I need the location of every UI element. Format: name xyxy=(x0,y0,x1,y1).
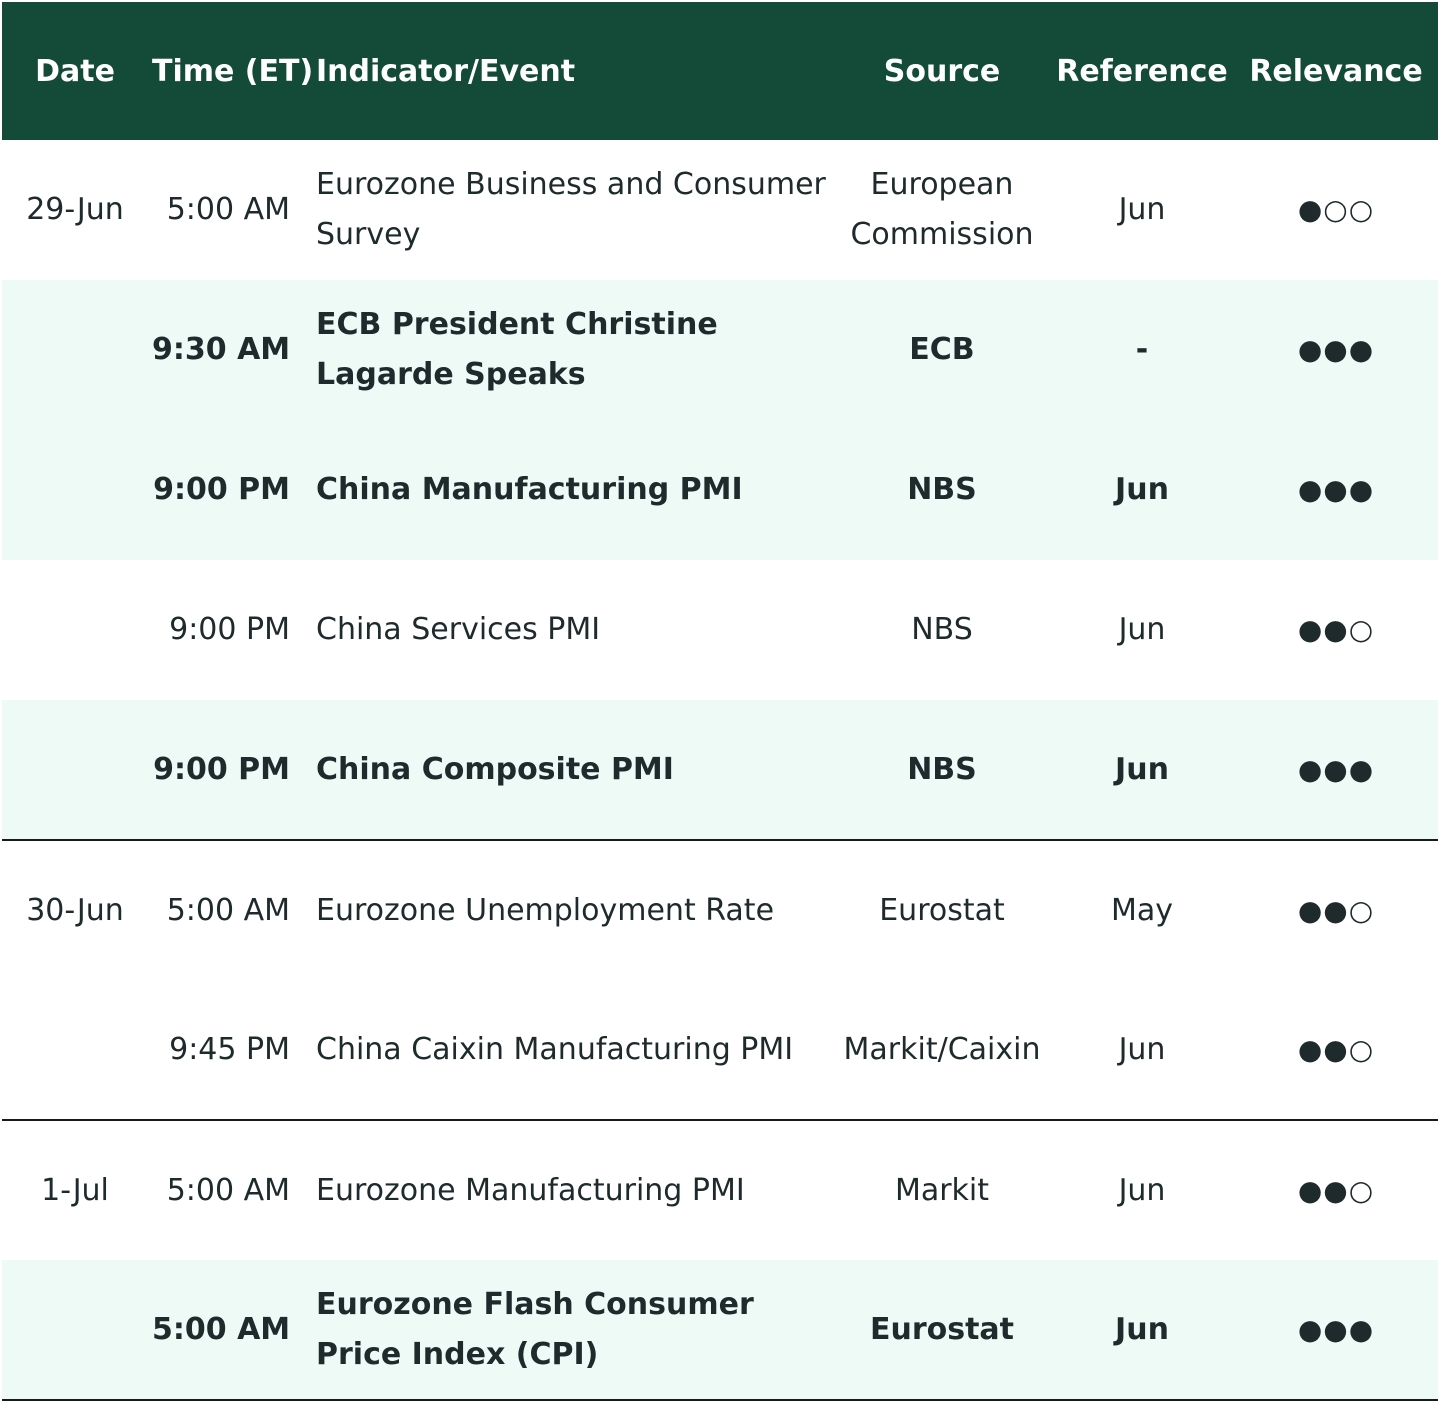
header-relevance: Relevance xyxy=(1249,53,1423,89)
relevance-rating: ●●○ xyxy=(1297,613,1375,646)
cell-reference: Jun xyxy=(1115,472,1169,507)
cell-reference: May xyxy=(1110,892,1174,928)
cell-time: 5:00 AM xyxy=(166,1172,290,1208)
cell-date xyxy=(2,280,148,420)
table-row: 9:45 PM China Caixin Manufacturing PMI M… xyxy=(2,980,1438,1120)
cell-source: ECB xyxy=(909,332,975,367)
cell-indicator: China Manufacturing PMI xyxy=(316,472,743,507)
cell-reference: Jun xyxy=(1118,1172,1166,1208)
cell-reference: Jun xyxy=(1115,751,1169,787)
cell-time: 5:00 AM xyxy=(152,1311,291,1347)
cell-time: 9:30 AM xyxy=(152,332,291,367)
table-row: 9:00 PM China Services PMI NBS Jun ●●○ xyxy=(2,560,1438,700)
cell-source: NBS xyxy=(907,472,977,507)
table-row: 29-Jun 5:00 AM Eurozone Business and Con… xyxy=(2,140,1438,280)
cell-date: 1-Jul xyxy=(41,1172,109,1208)
relevance-rating: ●●● xyxy=(1297,333,1375,366)
cell-source: European Commission xyxy=(850,167,1034,252)
cell-time: 5:00 AM xyxy=(166,192,290,227)
cell-time: 9:00 PM xyxy=(153,472,290,507)
table-body: 29-Jun 5:00 AM Eurozone Business and Con… xyxy=(2,140,1438,1400)
cell-time: 9:00 PM xyxy=(153,751,290,787)
header-source: Source xyxy=(883,53,1001,89)
economic-calendar-table: Date Time (ET) Indicator/Event Source Re… xyxy=(2,2,1438,1401)
cell-time: 9:45 PM xyxy=(169,1031,290,1067)
cell-source: Eurostat xyxy=(879,892,1005,928)
cell-indicator: Eurozone Unemployment Rate xyxy=(316,892,775,928)
cell-reference: Jun xyxy=(1118,1031,1166,1067)
relevance-rating: ●●● xyxy=(1297,1312,1375,1346)
cell-source: NBS xyxy=(911,612,973,647)
cell-date: 30-Jun xyxy=(26,892,124,928)
cell-date xyxy=(2,1260,148,1400)
header-date: Date xyxy=(35,53,115,89)
cell-indicator: Eurozone Flash Consumer Price Index (CPI… xyxy=(316,1286,754,1372)
cell-indicator: Eurozone Manufacturing PMI xyxy=(316,1172,745,1208)
cell-date xyxy=(2,700,148,840)
cell-date xyxy=(2,420,148,560)
cell-source: NBS xyxy=(907,751,977,787)
header-row: Date Time (ET) Indicator/Event Source Re… xyxy=(2,2,1438,140)
cell-reference: - xyxy=(1135,332,1149,367)
table-row: 5:00 AM Eurozone Flash Consumer Price In… xyxy=(2,1260,1438,1400)
table-row: 9:00 PM China Manufacturing PMI NBS Jun … xyxy=(2,420,1438,560)
cell-indicator: Eurozone Business and Consumer Survey xyxy=(316,167,826,252)
header-reference: Reference xyxy=(1056,53,1228,89)
relevance-rating: ●●● xyxy=(1297,752,1375,786)
cell-indicator: China Caixin Manufacturing PMI xyxy=(316,1031,794,1067)
cell-reference: Jun xyxy=(1115,1311,1169,1347)
table-row: 30-Jun 5:00 AM Eurozone Unemployment Rat… xyxy=(2,840,1438,980)
cell-source: Eurostat xyxy=(869,1311,1015,1347)
table-row: 9:30 AM ECB President Christine Lagarde … xyxy=(2,280,1438,420)
header-time: Time (ET) xyxy=(152,53,314,89)
cell-source: Markit xyxy=(894,1172,990,1208)
table-row: 9:00 PM China Composite PMI NBS Jun ●●● xyxy=(2,700,1438,840)
relevance-rating: ●○○ xyxy=(1297,193,1375,226)
cell-date xyxy=(2,980,148,1120)
cell-time: 5:00 AM xyxy=(166,892,290,928)
cell-reference: Jun xyxy=(1118,612,1166,647)
header-indicator: Indicator/Event xyxy=(316,53,576,89)
cell-time: 9:00 PM xyxy=(169,612,290,647)
cell-indicator: China Services PMI xyxy=(316,612,601,647)
cell-date: 29-Jun xyxy=(26,192,124,227)
relevance-rating: ●●○ xyxy=(1297,1032,1375,1066)
relevance-rating: ●●○ xyxy=(1297,893,1375,927)
cell-date xyxy=(2,560,148,700)
table-header: Date Time (ET) Indicator/Event Source Re… xyxy=(2,2,1438,140)
relevance-rating: ●●○ xyxy=(1297,1173,1375,1207)
cell-indicator: China Composite PMI xyxy=(316,751,674,787)
table-row: 1-Jul 5:00 AM Eurozone Manufacturing PMI… xyxy=(2,1120,1438,1260)
cell-reference: Jun xyxy=(1118,192,1166,227)
cell-indicator: ECB President Christine Lagarde Speaks xyxy=(316,307,718,392)
relevance-rating: ●●● xyxy=(1297,473,1375,506)
cell-source: Markit/Caixin xyxy=(843,1031,1041,1067)
